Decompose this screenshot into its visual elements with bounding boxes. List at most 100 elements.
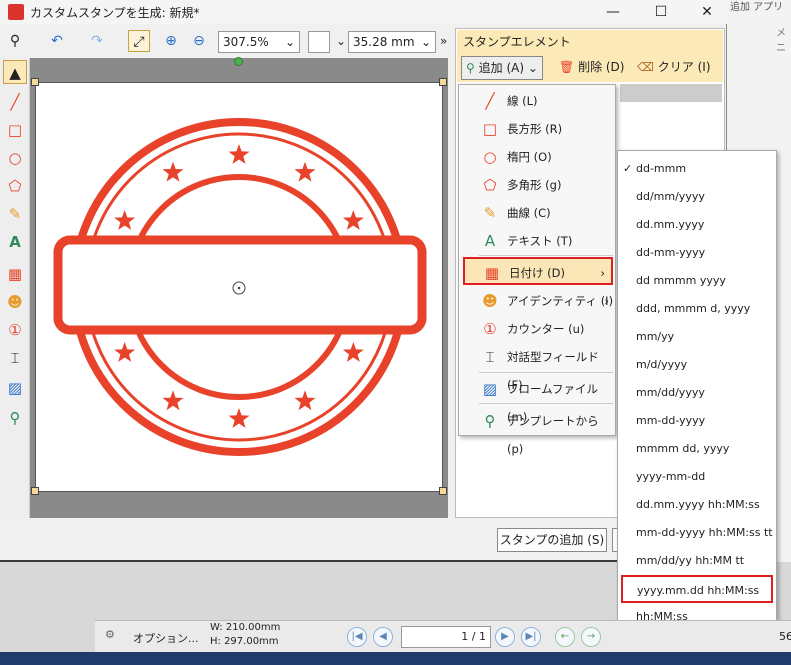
- zoom-out-icon[interactable]: ⊖: [188, 30, 210, 52]
- prev-page-icon[interactable]: ◀: [373, 627, 393, 647]
- menu-item-polygon[interactable]: ⬠ 多角形 (g): [459, 171, 615, 199]
- date-format-item[interactable]: yyyy-mm-dd: [618, 463, 776, 491]
- menu-item-ellipse[interactable]: ○ 楕円 (O): [459, 143, 615, 171]
- polygon-tool-icon[interactable]: ⬠: [3, 174, 27, 198]
- forward-icon[interactable]: →: [581, 627, 601, 647]
- date-format-item[interactable]: mm-dd-yyyy: [618, 407, 776, 435]
- stamp-star: [228, 408, 250, 428]
- delete-button[interactable]: 🗑 削除 (D): [555, 56, 628, 80]
- field-tool-icon[interactable]: ⌶: [3, 346, 27, 370]
- date-format-item[interactable]: ✓ dd-mmm: [618, 155, 776, 183]
- date-format-item[interactable]: mm/dd/yy hh:MM tt: [618, 547, 776, 575]
- menu-item-label: 多角形 (g): [507, 178, 562, 192]
- select-tool-icon[interactable]: ▲: [3, 60, 27, 84]
- date-format-item[interactable]: ddd, mmmm d, yyyy: [618, 295, 776, 323]
- menu-item-calendar[interactable]: ▦ 日付け (D) ›: [463, 257, 613, 285]
- date-format-item[interactable]: dd.mm.yyyy: [618, 211, 776, 239]
- page-height: H: 297.00mm: [210, 636, 279, 647]
- zoom-in-icon[interactable]: ⊕: [160, 30, 182, 52]
- title-bar: カスタムスタンプを生成: 新規* — ☐ ✕: [0, 0, 727, 24]
- template-tool-icon[interactable]: ⚲: [3, 406, 27, 430]
- redo-icon[interactable]: ↷: [86, 30, 108, 52]
- counter-tool-icon[interactable]: ①: [3, 318, 27, 342]
- rotate-handle[interactable]: [234, 57, 243, 66]
- date-format-item[interactable]: dd.mm.yyyy hh:MM:ss: [618, 491, 776, 519]
- date-format-item[interactable]: mm-dd-yyyy hh:MM:ss tt: [618, 519, 776, 547]
- menu-separator: [479, 255, 613, 256]
- undo-icon[interactable]: ↶: [46, 30, 68, 52]
- menu-item-label: アイデンティティ (I): [507, 294, 614, 308]
- add-stamp-button[interactable]: スタンプの追加 (S): [497, 528, 607, 552]
- menu-item-label: 曲線 (C): [507, 206, 551, 220]
- date-format-item[interactable]: mmmm dd, yyyy: [618, 435, 776, 463]
- line-icon: ╱: [485, 92, 495, 110]
- resize-handle[interactable]: [31, 487, 39, 495]
- stamp-icon[interactable]: ⚲: [4, 30, 26, 52]
- taskbar: [0, 652, 791, 665]
- resize-handle[interactable]: [439, 487, 447, 495]
- date-format-item[interactable]: mm/dd/yyyy: [618, 379, 776, 407]
- date-format-item[interactable]: dd-mm-yyyy: [618, 239, 776, 267]
- close-button[interactable]: ✕: [684, 0, 730, 24]
- line-tool-icon[interactable]: ╱: [3, 90, 27, 114]
- chevron-down-icon: ⌄: [284, 35, 295, 49]
- menu-item-rectangle[interactable]: □ 長方形 (R): [459, 115, 615, 143]
- date-format-item[interactable]: dd mmmm yyyy: [618, 267, 776, 295]
- app-logo-icon: [8, 4, 24, 20]
- chevron-down-icon: ⌄: [420, 35, 431, 49]
- image-tool-icon[interactable]: ▨: [3, 376, 27, 400]
- date-format-label: mm-dd-yyyy: [636, 414, 706, 427]
- menu-item-image[interactable]: ▨ フロームファイル (m): [459, 375, 615, 424]
- menu-separator: [479, 403, 613, 404]
- rectangle-tool-icon[interactable]: □: [3, 118, 27, 142]
- menu-item-label: 線 (L): [507, 94, 538, 108]
- first-page-icon[interactable]: |◀: [347, 627, 367, 647]
- curve-tool-icon[interactable]: ✎: [3, 202, 27, 226]
- broom-icon: ⌫: [637, 60, 654, 74]
- maximize-button[interactable]: ☐: [638, 0, 684, 24]
- fit-page-icon[interactable]: ⤢: [128, 30, 150, 52]
- gear-icon[interactable]: ⚙: [105, 628, 115, 641]
- menu-item-line[interactable]: ╱ 線 (L): [459, 87, 615, 115]
- next-page-icon[interactable]: ▶: [495, 627, 515, 647]
- page-field[interactable]: 1 / 1: [401, 626, 491, 648]
- calendar-tool-icon[interactable]: ▦: [3, 262, 27, 286]
- zoom-select[interactable]: 307.5% ⌄: [218, 31, 300, 53]
- more-icon[interactable]: »: [440, 34, 447, 48]
- menu-item-curve[interactable]: ✎ 曲線 (C): [459, 199, 615, 227]
- delete-label: 削除 (D): [578, 60, 625, 74]
- clear-button[interactable]: ⌫ クリア (I): [633, 56, 715, 80]
- image-icon: ▨: [482, 380, 498, 398]
- color-swatch[interactable]: [308, 31, 330, 53]
- minimize-button[interactable]: —: [590, 0, 636, 24]
- menu-item-counter[interactable]: ① カウンター (u): [459, 315, 615, 343]
- last-page-icon[interactable]: ▶|: [521, 627, 541, 647]
- menu-item-text[interactable]: A テキスト (T): [459, 227, 615, 255]
- stamp-canvas[interactable]: [35, 82, 443, 492]
- options-label[interactable]: オプション...: [133, 630, 199, 646]
- date-format-item[interactable]: yyyy.mm.dd hh:MM:ss: [621, 575, 773, 603]
- chevron-down-icon[interactable]: ⌄: [336, 34, 346, 48]
- ellipse-tool-icon[interactable]: ○: [3, 146, 27, 170]
- stamp-graphic: [53, 118, 427, 456]
- date-format-label: yyyy.mm.dd hh:MM:ss: [637, 584, 760, 597]
- back-icon[interactable]: ←: [555, 627, 575, 647]
- stamp-star: [114, 210, 136, 230]
- size-field[interactable]: 35.28 mm ⌄: [348, 31, 436, 53]
- submenu-arrow-icon: ›: [604, 294, 609, 308]
- menu-item-template[interactable]: ⚲ テンプレートから (p): [459, 407, 615, 456]
- status-bar: ⚙ オプション... W: 210.00mm H: 297.00mm |◀ ◀ …: [95, 620, 791, 652]
- polygon-icon: ⬠: [483, 176, 497, 194]
- date-format-item[interactable]: dd/mm/yyyy: [618, 183, 776, 211]
- resize-handle[interactable]: [439, 78, 447, 86]
- background-menu-label: メニ: [776, 28, 786, 54]
- date-format-label: dd/mm/yyyy: [636, 190, 705, 203]
- identity-tool-icon[interactable]: ☻: [3, 290, 27, 314]
- resize-handle[interactable]: [31, 78, 39, 86]
- menu-item-field[interactable]: ⌶ 対話型フィールド (F): [459, 343, 615, 392]
- menu-item-identity[interactable]: ☻ アイデンティティ (I) ›: [459, 287, 615, 315]
- text-tool-icon[interactable]: A: [3, 230, 27, 254]
- date-format-item[interactable]: m/d/yyyy: [618, 351, 776, 379]
- date-format-item[interactable]: mm/yy: [618, 323, 776, 351]
- add-button[interactable]: ⚲ 追加 (A) ⌄: [461, 56, 543, 80]
